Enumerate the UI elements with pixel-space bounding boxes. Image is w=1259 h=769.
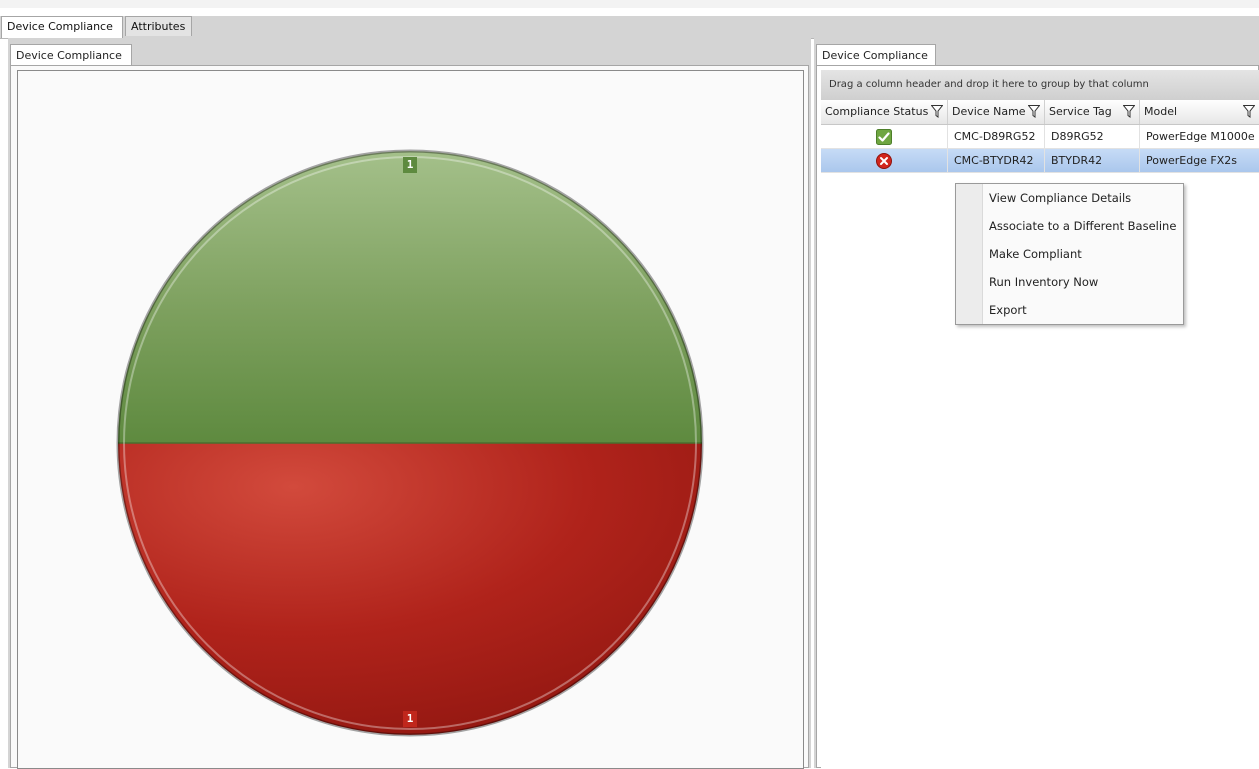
service-tag-cell: D89RG52 bbox=[1045, 125, 1140, 149]
non-compliant-count-label: 1 bbox=[403, 711, 417, 727]
table-row-selected[interactable]: CMC-BTYDR42 BTYDR42 PowerEdge FX2s bbox=[821, 149, 1259, 173]
column-header-model[interactable]: Model bbox=[1140, 100, 1259, 124]
filter-icon[interactable] bbox=[1028, 105, 1040, 118]
grid-header: Compliance Status Device Name Service Ta… bbox=[821, 100, 1259, 125]
left-panel: Device Compliance 1 1 bbox=[8, 38, 811, 769]
pie-slice-compliant[interactable] bbox=[118, 151, 702, 443]
device-name-cell: CMC-D89RG52 bbox=[948, 125, 1045, 149]
device-grid: Drag a column header and drop it here to… bbox=[821, 70, 1259, 769]
title-strip bbox=[0, 0, 1259, 8]
column-header-label: Model bbox=[1144, 105, 1178, 118]
compliant-count-label: 1 bbox=[403, 157, 417, 173]
model-cell: PowerEdge FX2s bbox=[1140, 149, 1259, 173]
column-header-label: Compliance Status bbox=[825, 105, 929, 118]
column-header-compliance-status[interactable]: Compliance Status bbox=[821, 100, 948, 124]
status-cell bbox=[821, 149, 948, 173]
tab-attributes[interactable]: Attributes bbox=[125, 16, 192, 36]
error-icon bbox=[876, 152, 892, 169]
pie-slice-non-compliant[interactable] bbox=[118, 443, 702, 735]
main-tab-bar: Device Compliance Attributes bbox=[0, 16, 1259, 39]
column-header-service-tag[interactable]: Service Tag bbox=[1045, 100, 1140, 124]
chart-area: 1 1 bbox=[17, 70, 804, 769]
filter-icon[interactable] bbox=[931, 105, 943, 118]
model-cell: PowerEdge M1000e bbox=[1140, 125, 1259, 149]
service-tag-cell: BTYDR42 bbox=[1045, 149, 1140, 173]
menu-item-view-compliance-details[interactable]: View Compliance Details bbox=[983, 184, 1183, 212]
chart-panel-body: 1 1 bbox=[10, 65, 809, 769]
device-name-cell: CMC-BTYDR42 bbox=[948, 149, 1045, 173]
column-header-device-name[interactable]: Device Name bbox=[948, 100, 1045, 124]
menu-item-run-inventory-now[interactable]: Run Inventory Now bbox=[983, 268, 1183, 296]
menu-item-make-compliant[interactable]: Make Compliant bbox=[983, 240, 1183, 268]
grid-panel-body: Drag a column header and drop it here to… bbox=[816, 65, 1259, 769]
column-header-label: Service Tag bbox=[1049, 105, 1112, 118]
menu-item-associate-baseline[interactable]: Associate to a Different Baseline bbox=[983, 212, 1183, 240]
status-cell bbox=[821, 125, 948, 149]
context-menu-gutter bbox=[956, 184, 983, 324]
table-row[interactable]: CMC-D89RG52 D89RG52 PowerEdge M1000e bbox=[821, 125, 1259, 149]
filter-icon[interactable] bbox=[1123, 105, 1135, 118]
menu-item-export[interactable]: Export bbox=[983, 296, 1183, 324]
group-by-drop-area[interactable]: Drag a column header and drop it here to… bbox=[821, 70, 1259, 101]
context-menu: View Compliance Details Associate to a D… bbox=[955, 183, 1184, 325]
filter-icon[interactable] bbox=[1243, 105, 1255, 118]
compliance-pie-chart bbox=[116, 149, 704, 737]
left-panel-tab[interactable]: Device Compliance bbox=[10, 44, 132, 66]
column-header-label: Device Name bbox=[952, 105, 1026, 118]
tab-device-compliance[interactable]: Device Compliance bbox=[1, 16, 123, 38]
right-panel-tab[interactable]: Device Compliance bbox=[816, 44, 936, 66]
check-icon bbox=[876, 128, 892, 145]
right-panel: Device Compliance Drag a column header a… bbox=[814, 38, 1259, 769]
